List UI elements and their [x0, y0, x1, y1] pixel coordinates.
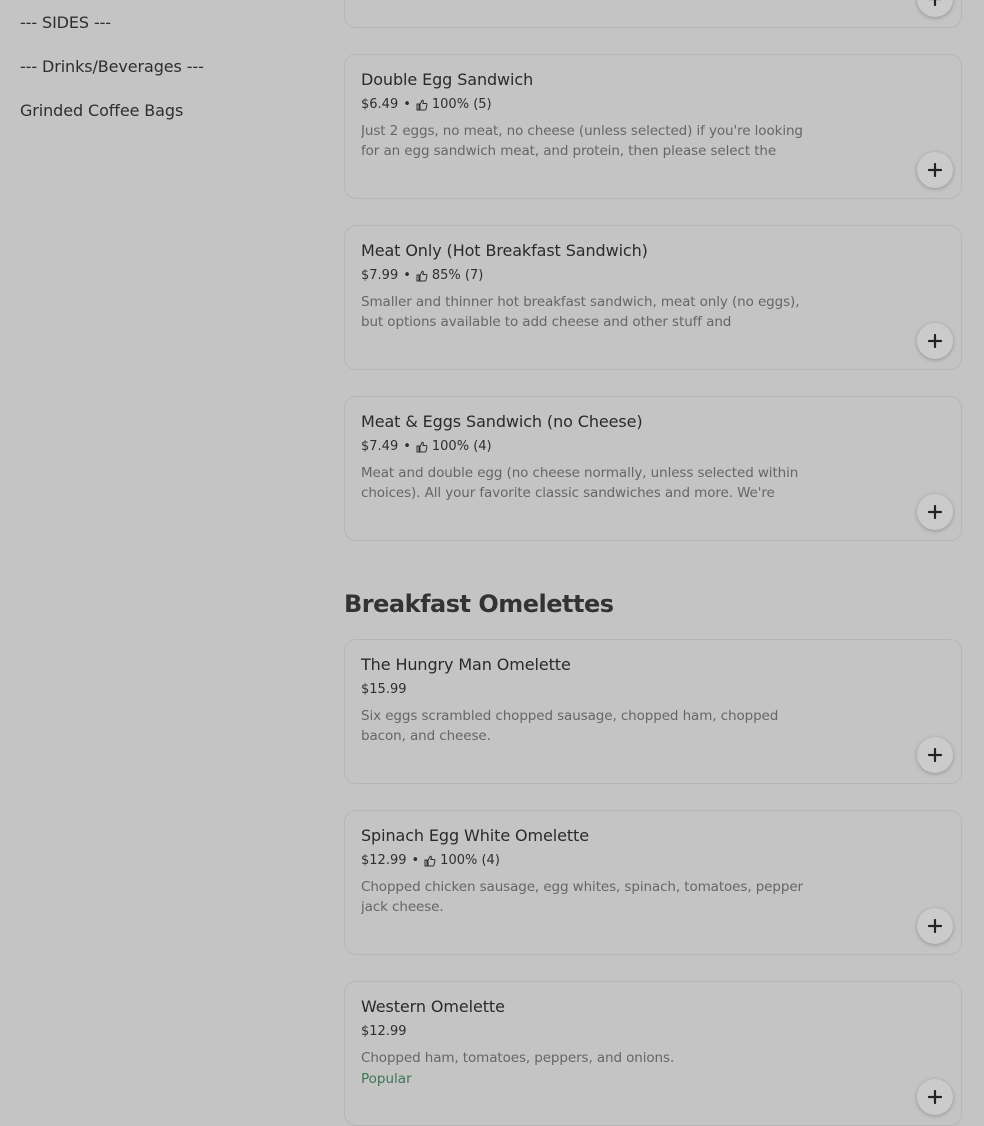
menu-item-rating: 100% (4): [440, 853, 500, 868]
plus-icon: [928, 163, 942, 177]
thumbs-up-icon: [416, 270, 428, 281]
add-item-button[interactable]: [917, 323, 953, 359]
plus-icon: [928, 0, 942, 6]
menu-item-description: Chopped chicken sausage, egg whites, spi…: [361, 879, 803, 915]
menu-item-description: Meat and double egg (no cheese normally,…: [361, 465, 799, 501]
menu-item-card[interactable]: Spinach Egg White Omelette $12.99 • 100%…: [344, 810, 962, 955]
menu-item-meta: $12.99: [361, 1024, 407, 1039]
menu-item-name: Meat Only (Hot Breakfast Sandwich): [361, 241, 648, 260]
menu-item-card[interactable]: [344, 0, 962, 28]
add-item-button[interactable]: [917, 1079, 953, 1115]
menu-item-rating: 100% (4): [431, 439, 492, 454]
menu-item-price: $7.49: [361, 439, 399, 454]
plus-icon: [928, 505, 942, 519]
menu-item-name: The Hungry Man Omelette: [361, 655, 571, 674]
menu-item-name: Double Egg Sandwich: [361, 70, 534, 89]
menu-item-card[interactable]: Double Egg Sandwich $6.49 • 100% (5) Jus…: [344, 54, 962, 199]
plus-icon: [928, 919, 942, 933]
sidebar-item-sides[interactable]: --- SIDES ---: [20, 13, 111, 32]
add-item-button[interactable]: [917, 152, 953, 188]
separator: •: [411, 853, 420, 868]
menu-item-meta: $7.99 • 85% (7): [361, 268, 483, 283]
menu-item-meta: $15.99: [361, 682, 407, 697]
menu-item-meta: $7.49 • 100% (4): [361, 439, 492, 454]
menu-item-price: $12.99: [361, 853, 407, 868]
add-item-button[interactable]: [917, 908, 953, 944]
menu-item-description: Just 2 eggs, no meat, no cheese (unless …: [361, 123, 803, 159]
sidebar-item-drinks-beverages[interactable]: --- Drinks/Beverages ---: [20, 57, 204, 76]
menu-item-description: Smaller and thinner hot breakfast sandwi…: [361, 294, 800, 330]
menu-item-name: Western Omelette: [361, 997, 505, 1016]
menu-item-rating: 100% (5): [431, 97, 492, 112]
menu-item-meta: $6.49 • 100% (5): [361, 97, 492, 112]
section-title: Breakfast Omelettes: [344, 590, 614, 618]
add-item-button[interactable]: [917, 0, 953, 17]
menu-item-card[interactable]: Meat Only (Hot Breakfast Sandwich) $7.99…: [344, 225, 962, 370]
menu-item-name: Meat & Eggs Sandwich (no Cheese): [361, 412, 643, 431]
menu-item-card[interactable]: The Hungry Man Omelette $15.99 Six eggs …: [344, 639, 962, 784]
add-item-button[interactable]: [917, 494, 953, 530]
menu-item-price: $12.99: [361, 1024, 407, 1039]
menu-item-description: Six eggs scrambled chopped sausage, chop…: [361, 708, 779, 744]
menu-item-meta: $12.99 • 100% (4): [361, 853, 500, 868]
menu-item-card[interactable]: Meat & Eggs Sandwich (no Cheese) $7.49 •…: [344, 396, 962, 541]
thumbs-up-icon: [416, 441, 428, 452]
menu-item-price: $15.99: [361, 682, 407, 697]
sidebar-item-grinded-coffee-bags[interactable]: Grinded Coffee Bags: [20, 101, 183, 120]
thumbs-up-icon: [424, 855, 436, 866]
menu-item-description: Chopped ham, tomatoes, peppers, and onio…: [361, 1050, 675, 1066]
menu-item-rating: 85% (7): [431, 268, 484, 283]
separator: •: [403, 439, 411, 454]
plus-icon: [928, 1090, 942, 1104]
menu-item-name: Spinach Egg White Omelette: [361, 826, 589, 845]
menu-item-price: $6.49: [361, 97, 399, 112]
menu-item-price: $7.99: [361, 268, 399, 283]
plus-icon: [928, 748, 942, 762]
menu-list: Double Egg Sandwich $6.49 • 100% (5) Jus…: [344, 0, 964, 1126]
plus-icon: [928, 334, 942, 348]
menu-item-card[interactable]: Western Omelette $12.99 Chopped ham, tom…: [344, 981, 962, 1126]
add-item-button[interactable]: [917, 737, 953, 773]
thumbs-up-icon: [416, 99, 428, 110]
separator: •: [403, 268, 411, 283]
popular-badge: Popular: [361, 1071, 412, 1087]
separator: •: [403, 97, 411, 112]
